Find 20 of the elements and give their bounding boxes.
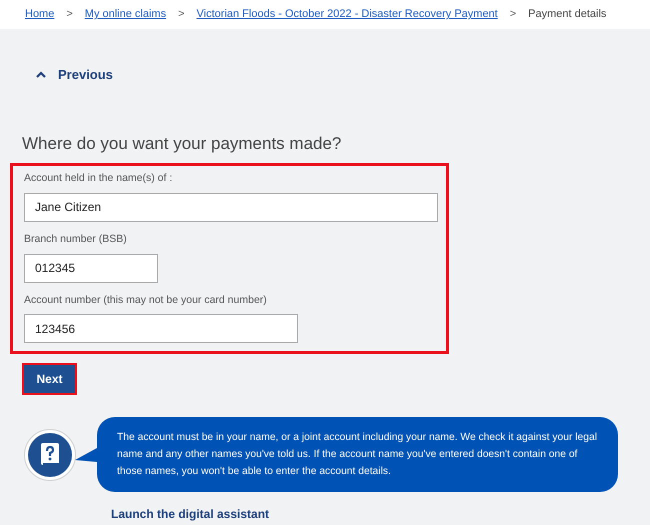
field-label: Account held in the name(s) of : (24, 171, 174, 186)
text-input[interactable]: 123456 (24, 314, 298, 344)
field-label: Account number (this may not be your card number) (24, 292, 268, 308)
page-heading: Where do you want your payments made? (22, 133, 342, 156)
breadcrumb-separator: > (178, 7, 185, 22)
chevron-up-icon (36, 71, 46, 78)
assistant-link[interactable]: Launch the digital assistant (111, 507, 270, 521)
field-label: Branch number (BSB) (24, 232, 128, 247)
next-button[interactable]: Next (24, 365, 75, 393)
breadcrumb-separator: > (510, 7, 516, 22)
text-input[interactable]: 012345 (24, 254, 158, 282)
breadcrumb-current: Payment details (528, 7, 606, 22)
text-input[interactable]: Jane Citizen (24, 192, 438, 222)
help-message: The account must be in your name, or a joint account including your name. We check it against your legal name and any other names you've told us. If the account name you've entered doesn't contain one of those names, you won't be able to enter the account details. (117, 431, 598, 479)
breadcrumb-link[interactable]: Home (25, 6, 54, 23)
breadcrumb-link[interactable]: Victorian Floods - October 2022 - Disaster Recovery Payment (196, 6, 498, 23)
breadcrumb-link[interactable]: My online claims (84, 6, 166, 23)
previous-link[interactable]: Previous (36, 64, 113, 84)
help-icon (24, 428, 76, 480)
breadcrumb-separator: > (66, 7, 73, 22)
